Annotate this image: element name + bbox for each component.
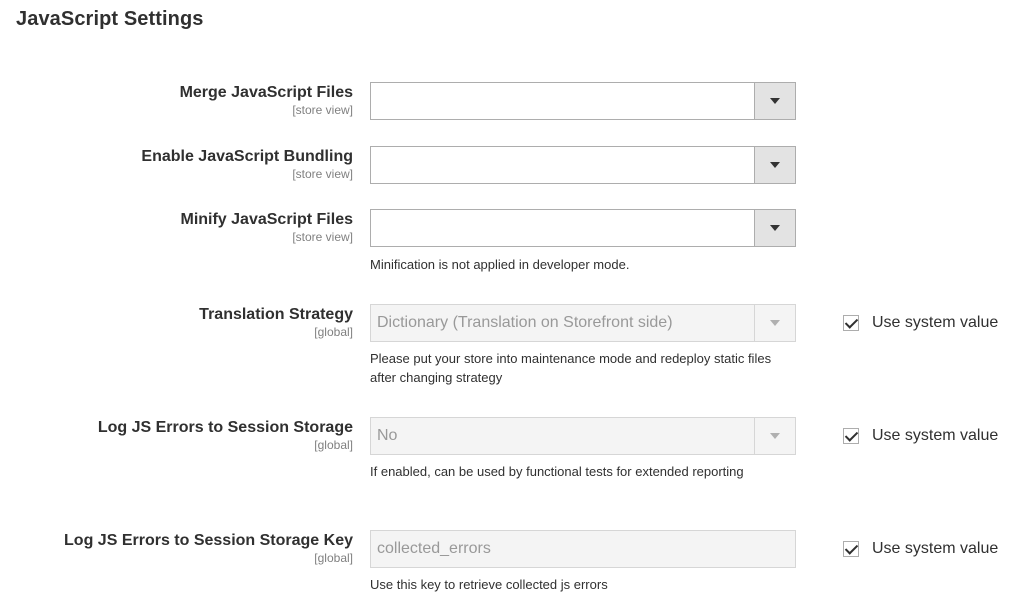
- select-value: No: [377, 427, 398, 444]
- setting-label-group: Enable JavaScript Bundling [store view]: [0, 147, 353, 181]
- js-bundling-select[interactable]: [370, 146, 796, 184]
- chevron-down-icon: [770, 98, 780, 104]
- field-label: Log JS Errors to Session Storage Key: [64, 532, 353, 549]
- field-note: Minification is not applied in developer…: [370, 257, 630, 272]
- field-note: If enabled, can be used by functional te…: [370, 464, 744, 479]
- field-scope: [global]: [314, 551, 353, 565]
- select-value: Dictionary (Translation on Storefront si…: [377, 314, 673, 331]
- log-js-errors-select[interactable]: No: [370, 417, 796, 455]
- chevron-down-icon: [770, 162, 780, 168]
- minify-js-select[interactable]: [370, 209, 796, 247]
- setting-label-group: Log JS Errors to Session Storage [global…: [0, 418, 353, 452]
- select-toggle-button[interactable]: [754, 83, 795, 119]
- setting-label-group: Log JS Errors to Session Storage Key [gl…: [0, 531, 353, 565]
- setting-label-group: Merge JavaScript Files [store view]: [0, 83, 353, 117]
- use-system-value-checkbox[interactable]: [843, 315, 859, 331]
- checkmark-icon: [844, 541, 859, 555]
- input-value: collected_errors: [377, 540, 491, 557]
- storage-key-input[interactable]: collected_errors: [370, 530, 796, 568]
- setting-label-group: Minify JavaScript Files [store view]: [0, 210, 353, 244]
- field-label: Translation Strategy: [199, 306, 353, 323]
- field-label: Minify JavaScript Files: [180, 211, 353, 228]
- chevron-down-icon: [770, 320, 780, 326]
- select-toggle-button[interactable]: [754, 418, 795, 454]
- chevron-down-icon: [770, 433, 780, 439]
- use-system-value-checkbox[interactable]: [843, 428, 859, 444]
- field-label: Log JS Errors to Session Storage: [97, 419, 353, 436]
- select-toggle-button[interactable]: [754, 210, 795, 246]
- field-note: Use this key to retrieve collected js er…: [370, 577, 608, 592]
- chevron-down-icon: [770, 225, 780, 231]
- select-toggle-button[interactable]: [754, 305, 795, 341]
- select-toggle-button[interactable]: [754, 147, 795, 183]
- translation-strategy-select[interactable]: Dictionary (Translation on Storefront si…: [370, 304, 796, 342]
- use-system-value-checkbox[interactable]: [843, 541, 859, 557]
- use-system-value-label[interactable]: Use system value: [872, 540, 998, 558]
- use-system-value-label[interactable]: Use system value: [872, 427, 998, 445]
- field-note: Please put your store into maintenance m…: [370, 351, 772, 385]
- field-scope: [store view]: [292, 230, 353, 244]
- field-label: Merge JavaScript Files: [179, 84, 353, 101]
- merge-js-select[interactable]: [370, 82, 796, 120]
- field-scope: [global]: [314, 438, 353, 452]
- checkmark-icon: [844, 315, 859, 329]
- field-label: Enable JavaScript Bundling: [141, 148, 353, 165]
- checkmark-icon: [844, 428, 859, 442]
- field-scope: [global]: [314, 325, 353, 339]
- field-scope: [store view]: [292, 103, 353, 117]
- setting-label-group: Translation Strategy [global]: [0, 305, 353, 339]
- field-scope: [store view]: [292, 167, 353, 181]
- section-title: JavaScript Settings: [16, 8, 204, 30]
- use-system-value-label[interactable]: Use system value: [872, 314, 998, 332]
